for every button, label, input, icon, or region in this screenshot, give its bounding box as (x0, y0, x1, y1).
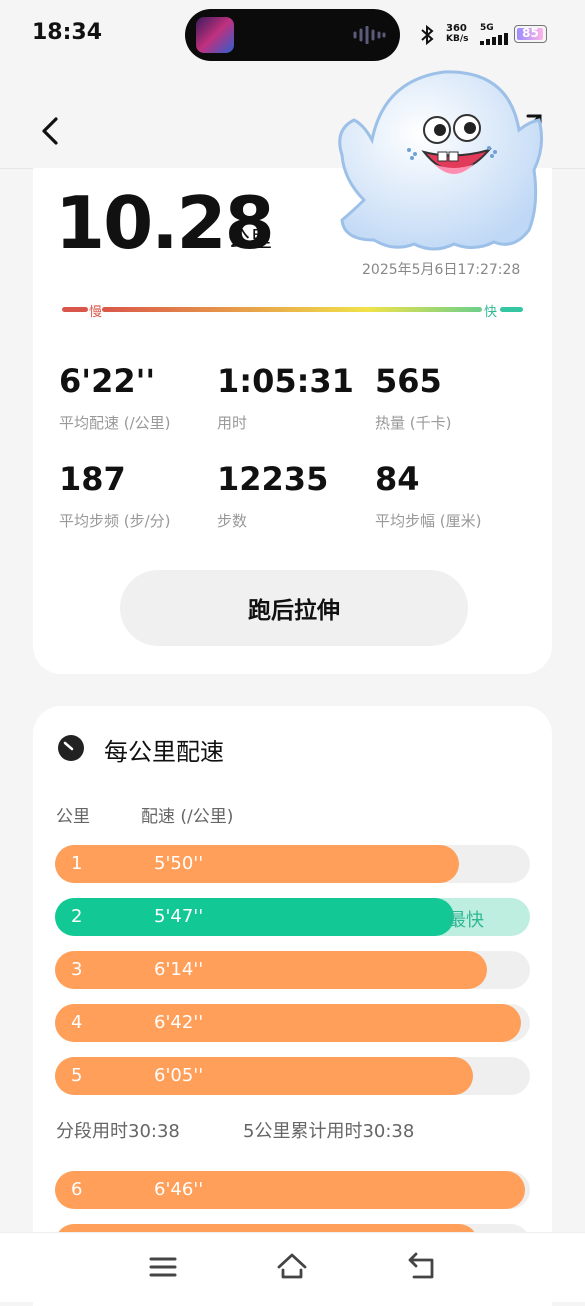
stat-calories-value: 565 (375, 362, 442, 400)
bluetooth-icon (421, 24, 434, 46)
stat-steps-label: 步数 (217, 512, 248, 530)
stat-cadence-value: 187 (59, 460, 126, 498)
row-pace: 5'47'' (154, 906, 204, 927)
pace-bar-fill (55, 845, 459, 883)
row-km: 5 (71, 1065, 83, 1086)
col-km-header: 公里 (56, 807, 90, 827)
speedometer-icon (58, 735, 84, 761)
pace-bar-fill (55, 1171, 525, 1209)
run-datetime: 2025年5月6日17:27:28 (362, 262, 521, 278)
stat-calories-label: 热量 (千卡) (375, 414, 452, 432)
pace-bar-fill (55, 898, 454, 936)
ghost-mascot-sticker[interactable] (334, 60, 549, 260)
stat-cadence-label: 平均步频 (步/分) (59, 512, 171, 530)
row-km: 4 (71, 1012, 83, 1033)
row-pace: 6'46'' (154, 1179, 204, 1200)
row-pace: 6'42'' (154, 1012, 204, 1033)
pace-row: 3 6'14'' (55, 951, 530, 989)
stat-avg-pace-label: 平均配速 (/公里) (59, 414, 171, 432)
status-time: 18:34 (32, 20, 103, 45)
slow-label: 慢 (89, 305, 103, 320)
col-pace-header: 配速 (/公里) (141, 807, 234, 827)
stat-duration-label: 用时 (217, 414, 248, 432)
post-run-stretch-button[interactable]: 跑后拉伸 (120, 570, 468, 646)
fast-label: 快 (484, 305, 498, 320)
pace-row: 4 6'42'' (55, 1004, 530, 1042)
menu-icon[interactable] (147, 1251, 179, 1283)
stat-stride-label: 平均步幅 (厘米) (375, 512, 482, 530)
home-icon[interactable] (276, 1250, 308, 1282)
pace-bar-fill (55, 1004, 521, 1042)
row-km: 6 (71, 1179, 83, 1200)
row-pace: 5'50'' (154, 853, 204, 874)
battery-icon: 85 (514, 25, 547, 43)
row-pace: 6'14'' (154, 959, 204, 980)
row-km: 3 (71, 959, 83, 980)
pace-color-scale: 慢 快 (62, 305, 523, 320)
pace-bar-fill (55, 1057, 473, 1095)
stat-avg-pace-value: 6'22'' (59, 362, 156, 400)
row-pace: 6'05'' (154, 1065, 204, 1086)
stat-duration-value: 1:05:31 (217, 362, 354, 400)
stat-steps-value: 12235 (217, 460, 329, 498)
row-km: 1 (71, 853, 83, 874)
row-km: 2 (71, 906, 83, 927)
stat-stride-value: 84 (375, 460, 420, 498)
pace-row: 2 5'47'' 最快 (55, 898, 530, 936)
album-art-icon (196, 17, 234, 53)
per-km-title: 每公里配速 (104, 738, 224, 766)
pace-row: 6 6'46'' (55, 1171, 530, 1209)
fastest-badge: 最快 (448, 910, 484, 931)
signal-icon (480, 33, 508, 45)
chevron-left-icon[interactable] (38, 114, 62, 148)
cumulative-time: 5公里累计用时30:38 (243, 1121, 415, 1142)
pace-row: 1 5'50'' (55, 845, 530, 883)
back-icon[interactable] (406, 1250, 438, 1282)
network-speed: 360 KB/s (446, 23, 469, 44)
pace-row: 5 6'05'' (55, 1057, 530, 1095)
split-time: 分段用时30:38 (56, 1121, 180, 1142)
distance-unit: 公里 (228, 228, 273, 253)
pace-bar-fill (55, 951, 487, 989)
audio-wave-icon (353, 26, 386, 44)
